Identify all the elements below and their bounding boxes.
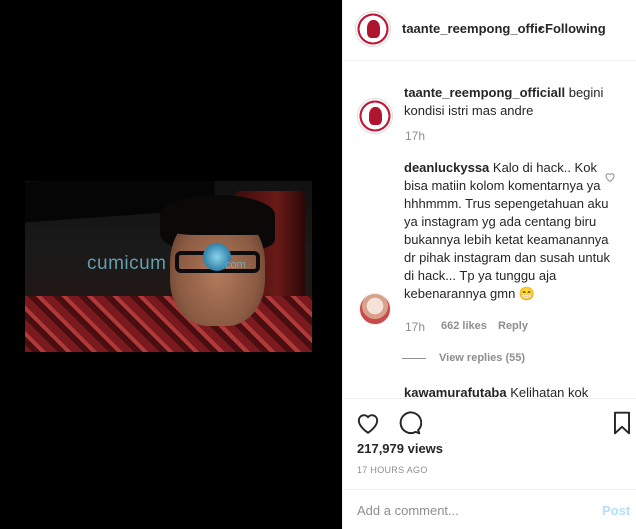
caption: taante_reempong_officiall begini kondisi…: [404, 84, 629, 120]
comment-time[interactable]: 17h: [405, 320, 425, 334]
post-button[interactable]: Post: [602, 503, 630, 518]
next-comment: kawamurafutaba Kelihatan kok: [404, 384, 614, 398]
comment-icon[interactable]: [396, 410, 422, 436]
header-separator: •: [538, 21, 543, 36]
caption-username[interactable]: taante_reempong_officiall: [404, 85, 565, 100]
post-video[interactable]: cumicum .com: [25, 181, 312, 352]
reply-button[interactable]: Reply: [498, 320, 528, 332]
bookmark-icon[interactable]: [609, 410, 635, 436]
avatar[interactable]: [355, 11, 391, 47]
caption-time[interactable]: 17h: [405, 129, 425, 143]
comment-text: Kalo di hack.. Kok bisa matiin kolom kom…: [404, 160, 610, 301]
post-header: taante_reempong_offic • Following: [343, 0, 636, 61]
comments-list[interactable]: taante_reempong_officiall begini kondisi…: [343, 62, 636, 398]
post-time[interactable]: 17 HOURS AGO: [357, 465, 428, 475]
heart-icon[interactable]: [355, 410, 381, 436]
view-replies-button[interactable]: View replies (55): [439, 352, 525, 364]
comment: deanluckyssa Kalo di hack.. Kok bisa mat…: [404, 159, 614, 303]
small-heart-icon[interactable]: [604, 171, 616, 183]
more-icon[interactable]: ...: [610, 388, 621, 398]
comment-username[interactable]: deanluckyssa: [404, 160, 489, 175]
action-bar: 217,979 views 17 HOURS AGO: [343, 398, 636, 488]
caption-avatar[interactable]: [357, 98, 393, 134]
watermark: cumicum: [87, 253, 167, 274]
comment-likes[interactable]: 662 likes: [441, 320, 487, 332]
following-button[interactable]: Following: [545, 21, 606, 36]
post-panel: taante_reempong_offic • Following taante…: [342, 0, 636, 529]
next-comment-text: Kelihatan kok: [506, 385, 589, 398]
comment-input[interactable]: [357, 501, 587, 519]
watermark-suffix: .com: [222, 259, 246, 271]
add-comment-bar: Post: [343, 489, 636, 529]
view-replies-line: [402, 358, 426, 359]
view-count[interactable]: 217,979 views: [357, 441, 443, 456]
media-viewer: cumicum .com: [0, 0, 342, 529]
next-comment-username[interactable]: kawamurafutaba: [404, 385, 507, 398]
header-username[interactable]: taante_reempong_offic: [402, 21, 545, 36]
comment-avatar[interactable]: [359, 293, 391, 325]
